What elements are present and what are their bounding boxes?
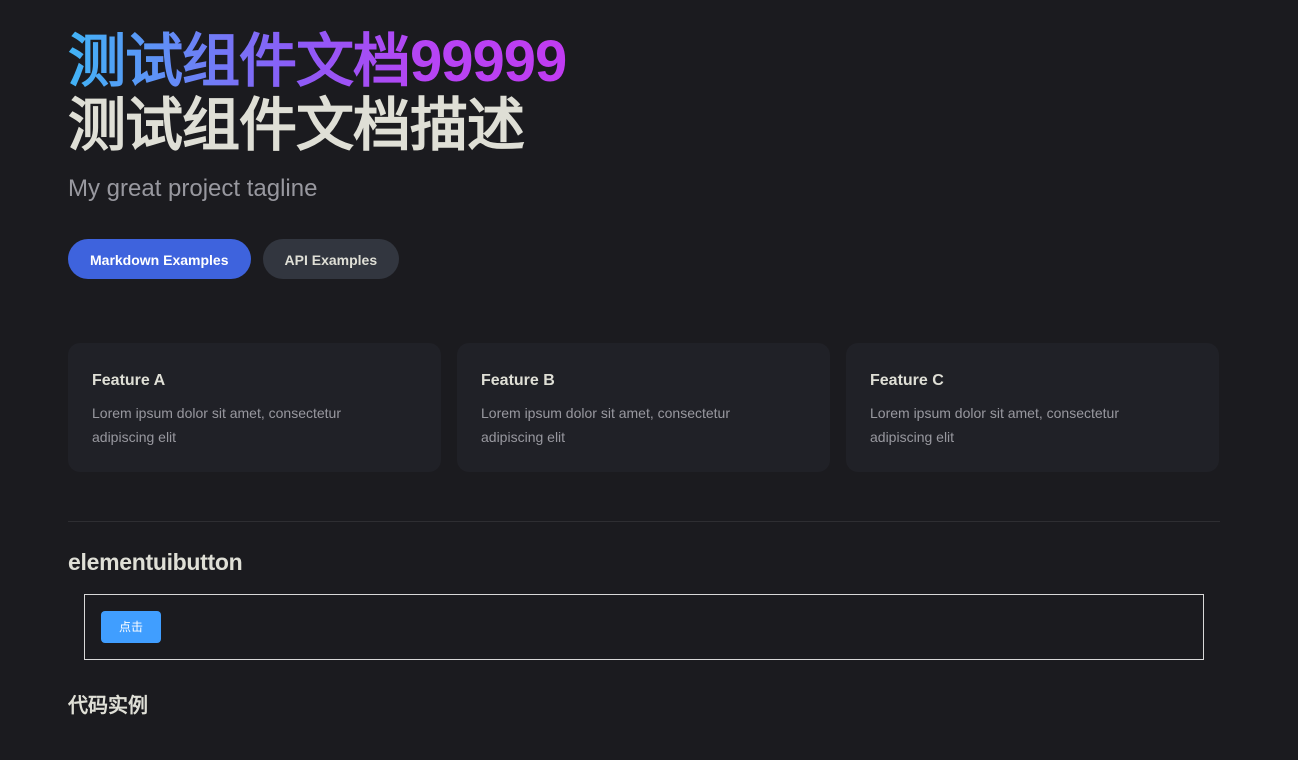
- feature-title: Feature B: [481, 372, 555, 389]
- markdown-examples-button[interactable]: Markdown Examples: [68, 239, 251, 279]
- feature-card-c: Feature C Lorem ipsum dolor sit amet, co…: [846, 343, 1219, 472]
- feature-card-a: Feature A Lorem ipsum dolor sit amet, co…: [68, 343, 441, 472]
- hero-name: 测试组件文档99999: [68, 29, 567, 94]
- hero: 测试组件文档99999 测试组件文档描述 My great project ta…: [68, 29, 567, 206]
- hero-actions: Markdown Examples API Examples: [68, 239, 400, 279]
- feature-details: Lorem ipsum dolor sit amet, consectetur …: [481, 405, 730, 445]
- code-example-heading: 代码实例: [68, 695, 148, 717]
- hero-text: 测试组件文档描述: [68, 93, 525, 158]
- api-examples-button[interactable]: API Examples: [262, 239, 400, 279]
- hero-tagline: My great project tagline: [68, 175, 318, 202]
- click-button[interactable]: 点击: [101, 611, 161, 643]
- section-heading: elementuibutton: [68, 549, 243, 575]
- home-page: 测试组件文档99999 测试组件文档描述 My great project ta…: [0, 0, 1298, 760]
- demo-container: 点击: [84, 594, 1204, 660]
- feature-title: Feature A: [92, 372, 166, 389]
- content-divider: [68, 521, 1220, 522]
- feature-card-b: Feature B Lorem ipsum dolor sit amet, co…: [457, 343, 830, 472]
- feature-details: Lorem ipsum dolor sit amet, consectetur …: [92, 405, 341, 445]
- feature-title: Feature C: [870, 372, 944, 389]
- features: Feature A Lorem ipsum dolor sit amet, co…: [68, 343, 1219, 472]
- feature-details: Lorem ipsum dolor sit amet, consectetur …: [870, 405, 1119, 445]
